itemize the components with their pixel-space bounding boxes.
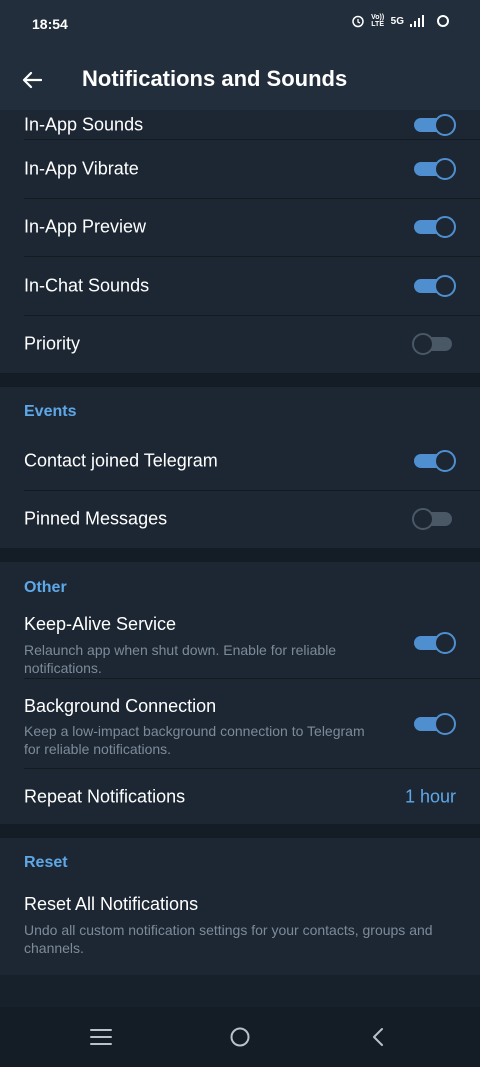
recents-button[interactable] xyxy=(86,1025,116,1049)
setting-row-in-app-sounds[interactable]: In-App Sounds xyxy=(0,110,480,139)
setting-title: Background Connection xyxy=(24,696,217,716)
status-icons: Vo)) LTE 5G xyxy=(351,14,450,28)
sync-icon xyxy=(436,14,450,28)
setting-row-priority[interactable]: Priority xyxy=(0,316,480,374)
section-title: Events xyxy=(24,403,77,420)
setting-label: In-App Sounds xyxy=(24,114,144,135)
setting-row-in-app-preview[interactable]: In-App Preview xyxy=(0,199,480,257)
app-bar: Notifications and Sounds xyxy=(0,48,480,110)
system-back-button[interactable] xyxy=(363,1025,393,1049)
setting-row-in-chat-sounds[interactable]: In-Chat Sounds xyxy=(0,257,480,315)
setting-row-background-connection[interactable]: Background Connection Keep a low-impact … xyxy=(0,679,480,768)
setting-label: In-App Vibrate xyxy=(24,158,139,179)
section-title: Reset xyxy=(24,854,68,871)
arrow-left-icon xyxy=(22,71,42,89)
section-title: Other xyxy=(24,579,67,596)
events-section: Events Contact joined Telegram Pinned Me… xyxy=(0,387,480,548)
in-app-sounds-toggle[interactable] xyxy=(414,114,456,136)
setting-label: In-App Preview xyxy=(24,216,147,237)
setting-description: Relaunch app when shut down. Enable for … xyxy=(24,642,337,676)
setting-row-keep-alive[interactable]: Keep-Alive Service Relaunch app when shu… xyxy=(0,608,480,678)
other-section: Other Keep-Alive Service Relaunch app wh… xyxy=(0,562,480,824)
setting-description: Undo all custom notification settings fo… xyxy=(24,922,433,956)
setting-row-reset-all[interactable]: Reset All Notifications Undo all custom … xyxy=(0,880,480,975)
setting-label: Contact joined Telegram xyxy=(24,450,218,471)
pinned-messages-toggle[interactable] xyxy=(412,508,454,531)
settings-list: In-App Sounds In-App Vibrate In-App Prev… xyxy=(0,110,480,975)
volte-icon: Vo)) LTE xyxy=(371,14,385,28)
5g-icon: 5G xyxy=(390,15,404,27)
setting-label: In-Chat Sounds xyxy=(24,275,150,296)
setting-row-contact-joined[interactable]: Contact joined Telegram xyxy=(0,432,480,490)
menu-icon xyxy=(90,1029,112,1045)
in-app-vibrate-toggle[interactable] xyxy=(414,157,456,180)
setting-row-pinned-messages[interactable]: Pinned Messages xyxy=(0,491,480,549)
section-header-reset: Reset xyxy=(0,838,480,880)
setting-title: Reset All Notifications xyxy=(24,894,199,914)
setting-label: Priority xyxy=(24,333,81,354)
repeat-value: 1 hour xyxy=(404,786,456,806)
in-app-section: In-App Sounds In-App Vibrate In-App Prev… xyxy=(0,110,480,373)
status-bar: 18:54 Vo)) LTE 5G xyxy=(0,0,480,48)
system-nav-bar xyxy=(0,1007,480,1067)
section-gap xyxy=(0,548,480,562)
contact-joined-toggle[interactable] xyxy=(414,449,456,472)
setting-description: Keep a low-impact background connection … xyxy=(24,723,365,757)
setting-row-in-app-vibrate[interactable]: In-App Vibrate xyxy=(0,140,480,198)
setting-title: Keep-Alive Service xyxy=(24,614,177,634)
section-header-other: Other xyxy=(0,562,480,608)
in-chat-sounds-toggle[interactable] xyxy=(414,274,456,297)
page-title: Notifications and Sounds xyxy=(82,66,348,91)
signal-icon xyxy=(410,15,424,27)
status-time: 18:54 xyxy=(32,16,68,32)
alarm-icon xyxy=(351,14,365,28)
priority-toggle[interactable] xyxy=(412,333,454,356)
setting-label: Pinned Messages xyxy=(24,508,168,529)
home-button[interactable] xyxy=(225,1025,255,1049)
section-header-events: Events xyxy=(0,387,480,432)
background-connection-toggle[interactable] xyxy=(414,712,456,735)
section-gap xyxy=(0,373,480,387)
reset-section: Reset Reset All Notifications Undo all c… xyxy=(0,838,480,975)
setting-row-repeat-notifications[interactable]: Repeat Notifications 1 hour xyxy=(0,769,480,824)
back-button[interactable] xyxy=(14,62,50,98)
in-app-preview-toggle[interactable] xyxy=(414,216,456,239)
back-icon xyxy=(373,1028,383,1046)
setting-label: Repeat Notifications xyxy=(24,786,186,806)
section-gap xyxy=(0,824,480,838)
home-icon xyxy=(230,1027,250,1047)
keep-alive-toggle[interactable] xyxy=(414,632,456,654)
